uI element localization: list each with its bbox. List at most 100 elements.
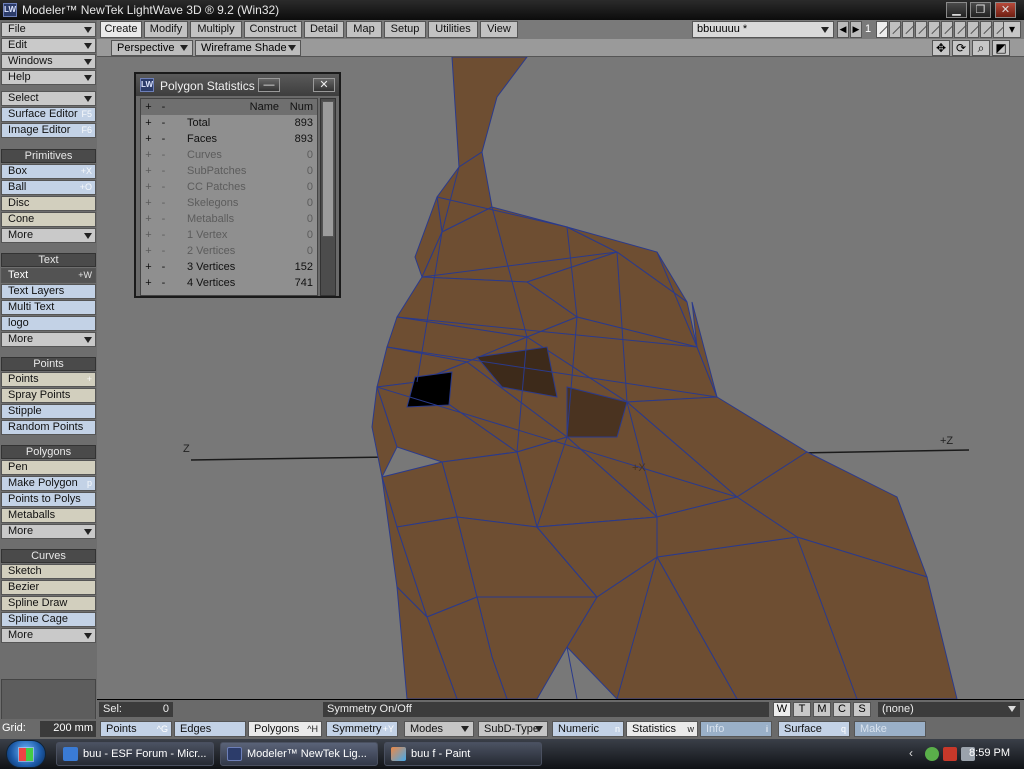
pen-button[interactable]: Pen [1,460,96,475]
info-button[interactable]: Info i [700,721,772,737]
deselect-minus-button[interactable]: - [156,275,171,291]
spray-points-button[interactable]: Spray Points [1,388,96,403]
current-object-select[interactable]: bbuuuuu * [692,21,834,38]
tab-detail[interactable]: Detail [304,21,344,38]
view-type-select[interactable]: Perspective [111,40,193,56]
move-view-icon[interactable]: ✥ [932,40,950,56]
numeric-button[interactable]: Numeric n [552,721,624,737]
stipple-button[interactable]: Stipple [1,404,96,419]
remove-all-column[interactable]: - [156,99,171,115]
deselect-minus-button[interactable]: - [156,179,171,195]
layer-toggle[interactable] [967,21,979,38]
layer-toggle[interactable] [889,21,901,38]
windows-menu[interactable]: Windows [1,54,96,69]
start-button[interactable] [6,740,46,768]
modes-menu[interactable]: Modes [404,721,474,737]
random-points-button[interactable]: Random Points [1,420,96,435]
disc-button[interactable]: Disc [1,196,96,211]
taskbar-item-forum[interactable]: buu - ESF Forum - Micr... [56,742,214,766]
select-plus-button[interactable]: + [141,227,156,243]
metaballs-button[interactable]: Metaballs [1,508,96,523]
layer-toggle[interactable] [928,21,940,38]
select-plus-button[interactable]: + [141,211,156,227]
spline-draw-button[interactable]: Spline Draw [1,596,96,611]
select-plus-button[interactable]: + [141,243,156,259]
tab-create[interactable]: Create [100,21,142,38]
tab-setup[interactable]: Setup [384,21,426,38]
vertex-map-select[interactable]: (none) [878,702,1020,717]
deselect-minus-button[interactable]: - [156,259,171,275]
make-polygon-button[interactable]: Make Polygon p [1,476,96,491]
zonealarm-icon[interactable] [943,747,957,761]
select-plus-button[interactable]: + [141,147,156,163]
box-button[interactable]: Box +X [1,164,96,179]
text-more-menu[interactable]: More [1,332,96,347]
color-map-toggle[interactable]: C [833,702,851,717]
sketch-button[interactable]: Sketch [1,564,96,579]
text-layers-button[interactable]: Text Layers [1,284,96,299]
bezier-button[interactable]: Bezier [1,580,96,595]
multi-text-button[interactable]: Multi Text [1,300,96,315]
panel-minimize-button[interactable]: — [258,78,280,92]
points-mode-button[interactable]: Points ^G [100,721,172,737]
previous-object-arrow-icon[interactable]: ◀ [837,21,849,38]
close-button[interactable]: ✕ [995,2,1016,18]
layer-toggle[interactable] [954,21,966,38]
tab-multiply[interactable]: Multiply [190,21,242,38]
messenger-icon[interactable] [925,747,939,761]
help-menu[interactable]: Help [1,70,96,85]
image-editor-button[interactable]: Image Editor F6 [1,123,96,138]
morph-map-toggle[interactable]: M [813,702,831,717]
scrollbar-thumb[interactable] [322,101,334,237]
add-all-column[interactable]: + [141,99,156,115]
select-plus-button[interactable]: + [141,195,156,211]
text-button[interactable]: Text +W [1,268,96,283]
texture-map-toggle[interactable]: T [793,702,811,717]
rotate-view-icon[interactable]: ⟳ [952,40,970,56]
panel-close-button[interactable]: ✕ [313,78,335,92]
tab-view[interactable]: View [480,21,518,38]
file-menu[interactable]: File [1,22,96,37]
polygons-mode-button[interactable]: Polygons ^H [248,721,322,737]
panel-titlebar[interactable]: LW Polygon Statistics — ✕ [136,74,339,96]
deselect-minus-button[interactable]: - [156,227,171,243]
select-plus-button[interactable]: + [141,275,156,291]
deselect-minus-button[interactable]: - [156,163,171,179]
deselect-minus-button[interactable]: - [156,147,171,163]
ball-button[interactable]: Ball +O [1,180,96,195]
surface-button[interactable]: Surface q [778,721,850,737]
weight-map-toggle[interactable]: W [773,702,791,717]
tab-utilities[interactable]: Utilities [428,21,478,38]
polygons-more-menu[interactable]: More [1,524,96,539]
layer-toggle[interactable] [941,21,953,38]
surface-editor-button[interactable]: Surface Editor F5 [1,107,96,122]
statistics-button[interactable]: Statistics w [626,721,698,737]
layers-dropdown-icon[interactable]: ▾ [1003,21,1021,38]
deselect-minus-button[interactable]: - [156,243,171,259]
select-plus-button[interactable]: + [141,179,156,195]
selection-set-toggle[interactable]: S [853,702,871,717]
symmetry-button[interactable]: Symmetry +Y [326,721,398,737]
show-hidden-icons-chevron-icon[interactable]: ‹ [909,746,913,760]
primitives-more-menu[interactable]: More [1,228,96,243]
layer-toggle[interactable] [980,21,992,38]
select-plus-button[interactable]: + [141,259,156,275]
deselect-minus-button[interactable]: - [156,115,171,131]
deselect-minus-button[interactable]: - [156,211,171,227]
tab-map[interactable]: Map [346,21,382,38]
panel-scrollbar[interactable] [320,98,336,296]
edges-mode-button[interactable]: Edges [174,721,246,737]
layer-toggle[interactable] [876,21,888,38]
points-to-polys-button[interactable]: Points to Polys [1,492,96,507]
points-button[interactable]: Points + [1,372,96,387]
minimize-button[interactable]: ▁ [946,2,967,18]
spline-cage-button[interactable]: Spline Cage [1,612,96,627]
curves-more-menu[interactable]: More [1,628,96,643]
tab-construct[interactable]: Construct [244,21,302,38]
deselect-minus-button[interactable]: - [156,131,171,147]
cone-button[interactable]: Cone [1,212,96,227]
next-object-arrow-icon[interactable]: ▶ [850,21,862,38]
render-mode-select[interactable]: Wireframe Shade [195,40,301,56]
subd-type-menu[interactable]: SubD-Type [478,721,548,737]
zoom-view-icon[interactable]: ⌕ [972,40,990,56]
